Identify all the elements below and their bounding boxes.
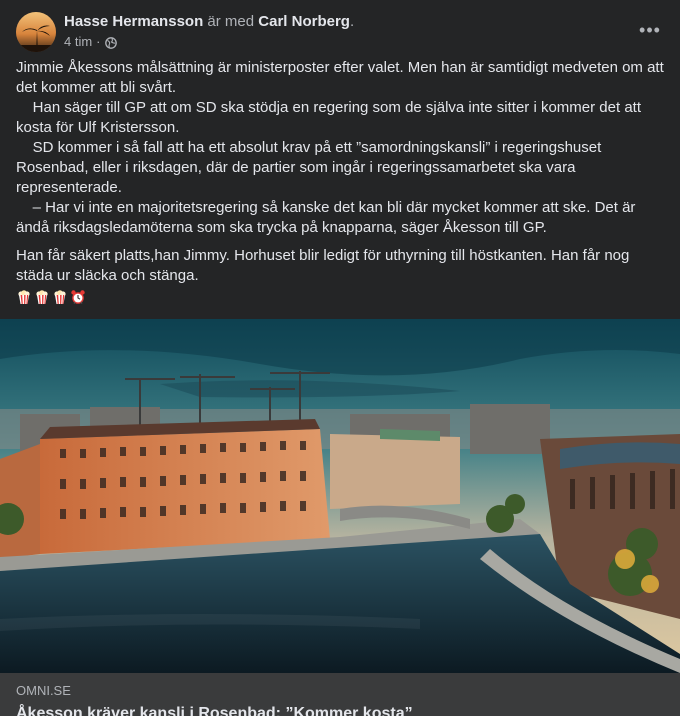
post-author-line: Hasse Hermansson är med Carl Norberg. xyxy=(64,12,354,32)
post-header: Hasse Hermansson är med Carl Norberg. 4 … xyxy=(16,12,664,52)
post-timestamp[interactable]: 4 tim xyxy=(64,33,92,51)
meta-separator: · xyxy=(96,34,101,49)
more-options-button[interactable]: ••• xyxy=(636,18,664,42)
avatar[interactable] xyxy=(16,12,56,52)
link-title[interactable]: Åkesson kräver kansli i Rosenbad: ”Komme… xyxy=(16,703,664,716)
with-text: är med xyxy=(207,13,255,30)
post-body: Jimmie Åkessons målsättning är ministerp… xyxy=(16,58,666,307)
tagged-suffix: . xyxy=(349,13,355,30)
link-domain: OMNI.SE xyxy=(16,683,71,698)
popcorn-icon xyxy=(16,289,32,305)
popcorn-icon xyxy=(34,289,50,305)
alarm-clock-icon xyxy=(70,289,86,305)
emoji-row xyxy=(16,287,666,307)
tagged-name[interactable]: Carl Norberg xyxy=(258,13,350,30)
post-meta: 4 tim · xyxy=(64,33,117,51)
post-paragraph-2: Han får säkert platts,han Jimmy. Horhuse… xyxy=(16,247,634,284)
link-preview-image[interactable] xyxy=(0,319,680,673)
globe-icon[interactable] xyxy=(104,36,117,49)
post-paragraph-1: Jimmie Åkessons målsättning är ministerp… xyxy=(16,59,664,236)
link-preview-meta[interactable]: OMNI.SE Åkesson kräver kansli i Rosenbad… xyxy=(0,673,680,716)
popcorn-icon xyxy=(52,289,68,305)
author-name[interactable]: Hasse Hermansson xyxy=(64,13,203,30)
